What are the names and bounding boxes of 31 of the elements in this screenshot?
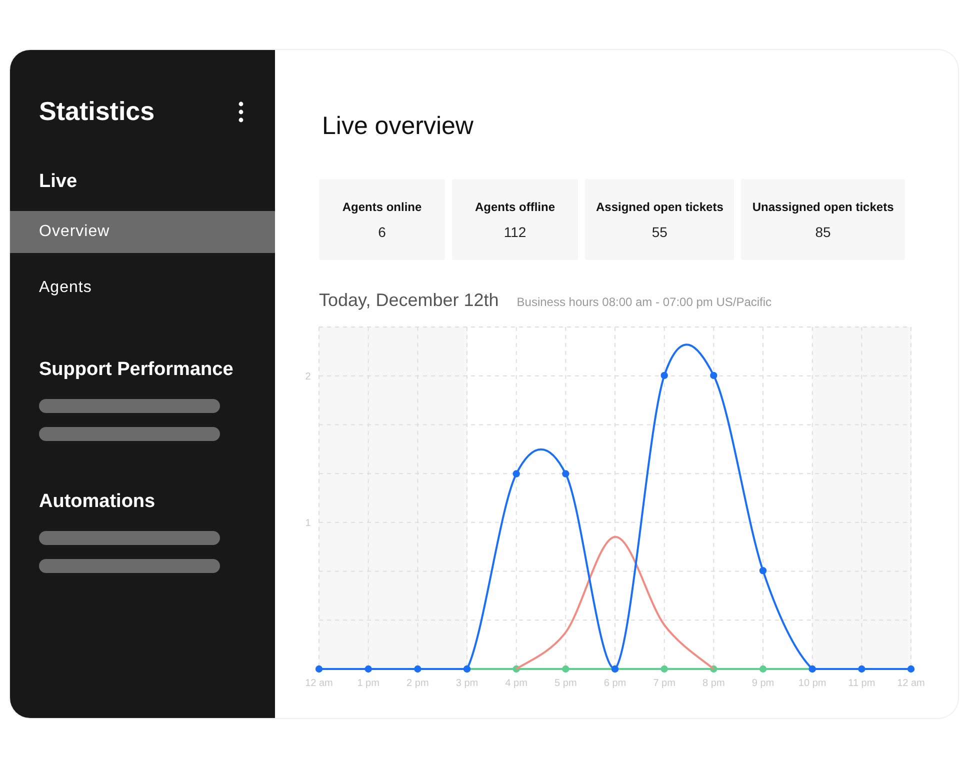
point bbox=[562, 470, 570, 478]
stat-label: Unassigned open tickets bbox=[752, 200, 894, 214]
section-title: Automations bbox=[38, 491, 156, 513]
page-title: Live overview bbox=[322, 112, 474, 141]
point bbox=[315, 665, 323, 673]
point bbox=[512, 470, 520, 478]
point bbox=[759, 567, 767, 574]
point bbox=[414, 665, 422, 673]
stat-label: Agents online bbox=[342, 200, 422, 214]
point bbox=[562, 665, 570, 673]
section-title: Support Performance bbox=[38, 359, 234, 381]
point bbox=[660, 372, 668, 380]
stat-label: Agents offline bbox=[475, 200, 555, 214]
point bbox=[364, 665, 372, 673]
section-title: Live bbox=[38, 171, 78, 193]
chart-title: Today, December 12th bbox=[319, 290, 499, 311]
point bbox=[858, 665, 866, 673]
sidebar-title: Statistics bbox=[39, 96, 155, 127]
more-options-icon[interactable] bbox=[238, 100, 244, 122]
stat-value: 6 bbox=[378, 224, 386, 240]
point bbox=[710, 372, 718, 380]
nav-item[interactable]: Overview bbox=[10, 211, 275, 253]
stat-value: 112 bbox=[504, 224, 526, 240]
point bbox=[759, 665, 767, 673]
point bbox=[907, 665, 915, 673]
stat-label: Assigned open tickets bbox=[596, 200, 724, 214]
point bbox=[660, 665, 668, 673]
stat-value: 55 bbox=[652, 224, 668, 240]
stat-value: 85 bbox=[815, 224, 831, 240]
chart-subtitle: Business hours 08:00 am - 07:00 pm US/Pacific bbox=[516, 295, 772, 309]
nav-item[interactable]: Agents bbox=[10, 267, 275, 309]
